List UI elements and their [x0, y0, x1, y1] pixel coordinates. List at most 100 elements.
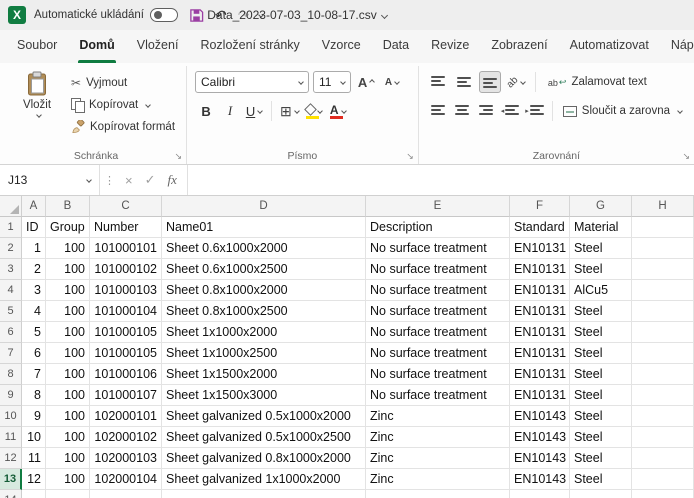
cell-H13[interactable] [632, 469, 694, 490]
excel-logo-icon[interactable]: X [8, 6, 26, 24]
column-header-D[interactable]: D [162, 196, 366, 217]
cell-G7[interactable]: Steel [570, 343, 632, 364]
cut-button[interactable]: ✂ Vyjmout [68, 72, 178, 93]
column-header-H[interactable]: H [632, 196, 694, 217]
cell-F14[interactable] [510, 490, 570, 498]
row-header-12[interactable]: 12 [0, 448, 22, 469]
cell-H14[interactable] [632, 490, 694, 498]
insert-function-icon[interactable]: fx [162, 165, 188, 195]
cell-H2[interactable] [632, 238, 694, 259]
tab-data[interactable]: Data [372, 30, 420, 63]
cell-C2[interactable]: 101000101 [90, 238, 162, 259]
cell-G2[interactable]: Steel [570, 238, 632, 259]
format-painter-button[interactable]: Kopírovat formát [68, 116, 178, 137]
cell-G1[interactable]: Material [570, 217, 632, 238]
decrease-indent-button[interactable]: ◂ [499, 100, 522, 122]
cell-A10[interactable]: 9 [22, 406, 46, 427]
tab-vlozeni[interactable]: Vložení [126, 30, 190, 63]
cell-C4[interactable]: 101000103 [90, 280, 162, 301]
cell-D2[interactable]: Sheet 0.6x1000x2000 [162, 238, 366, 259]
cell-B7[interactable]: 100 [46, 343, 90, 364]
cell-D5[interactable]: Sheet 0.8x1000x2500 [162, 301, 366, 322]
cell-G5[interactable]: Steel [570, 301, 632, 322]
row-header-9[interactable]: 9 [0, 385, 22, 406]
row-header-3[interactable]: 3 [0, 259, 22, 280]
cell-A12[interactable]: 11 [22, 448, 46, 469]
cell-H10[interactable] [632, 406, 694, 427]
cell-F4[interactable]: EN10131 [510, 280, 570, 301]
cell-A8[interactable]: 7 [22, 364, 46, 385]
cell-C10[interactable]: 102000101 [90, 406, 162, 427]
cell-D12[interactable]: Sheet galvanized 0.8x1000x2000 [162, 448, 366, 469]
save-icon[interactable] [189, 8, 204, 23]
align-right-button[interactable] [475, 100, 497, 122]
cell-B1[interactable]: Group [46, 217, 90, 238]
cell-B4[interactable]: 100 [46, 280, 90, 301]
cell-C5[interactable]: 101000104 [90, 301, 162, 322]
cell-B11[interactable]: 100 [46, 427, 90, 448]
cell-A4[interactable]: 3 [22, 280, 46, 301]
cell-H1[interactable] [632, 217, 694, 238]
row-header-6[interactable]: 6 [0, 322, 22, 343]
cell-E7[interactable]: No surface treatment [366, 343, 510, 364]
cell-B6[interactable]: 100 [46, 322, 90, 343]
tab-vzorce[interactable]: Vzorce [311, 30, 372, 63]
italic-button[interactable]: I [219, 100, 241, 122]
row-header-4[interactable]: 4 [0, 280, 22, 301]
cell-D3[interactable]: Sheet 0.6x1000x2500 [162, 259, 366, 280]
autosave-toggle[interactable] [150, 8, 178, 22]
cell-E13[interactable]: Zinc [366, 469, 510, 490]
cell-B3[interactable]: 100 [46, 259, 90, 280]
cell-F12[interactable]: EN10143 [510, 448, 570, 469]
cell-G4[interactable]: AlCu5 [570, 280, 632, 301]
cell-F7[interactable]: EN10131 [510, 343, 570, 364]
cell-B8[interactable]: 100 [46, 364, 90, 385]
align-middle-button[interactable] [453, 71, 475, 93]
cell-B9[interactable]: 100 [46, 385, 90, 406]
cell-C3[interactable]: 101000102 [90, 259, 162, 280]
cell-F11[interactable]: EN10143 [510, 427, 570, 448]
paste-button[interactable]: Vložit [14, 68, 60, 137]
cell-H12[interactable] [632, 448, 694, 469]
row-header-13[interactable]: 13 [0, 469, 22, 490]
cell-D1[interactable]: Name01 [162, 217, 366, 238]
quick-access-caret-icon[interactable] [259, 12, 265, 18]
font-color-button[interactable]: A [327, 100, 349, 122]
cell-B10[interactable]: 100 [46, 406, 90, 427]
borders-button[interactable]: ⊞ [278, 100, 301, 122]
merge-center-button[interactable]: Sloučit a zarovna [559, 100, 686, 122]
font-size-combo[interactable]: 11 [313, 71, 351, 93]
cell-C9[interactable]: 101000107 [90, 385, 162, 406]
cell-C14[interactable] [90, 490, 162, 498]
cell-A7[interactable]: 6 [22, 343, 46, 364]
undo-icon[interactable]: ↶ [215, 7, 227, 24]
cell-G13[interactable]: Steel [570, 469, 632, 490]
align-bottom-button[interactable] [479, 71, 501, 93]
wrap-text-button[interactable]: ab↩ Zalamovat text [544, 71, 651, 93]
cell-C7[interactable]: 101000105 [90, 343, 162, 364]
cell-C8[interactable]: 101000106 [90, 364, 162, 385]
cell-E10[interactable]: Zinc [366, 406, 510, 427]
fill-color-button[interactable] [303, 100, 325, 122]
row-header-14[interactable]: 14 [0, 490, 22, 498]
cell-E3[interactable]: No surface treatment [366, 259, 510, 280]
orientation-button[interactable]: ab [505, 71, 527, 93]
enter-icon[interactable]: ✓ [139, 165, 162, 195]
cell-B14[interactable] [46, 490, 90, 498]
cell-D7[interactable]: Sheet 1x1000x2500 [162, 343, 366, 364]
tab-soubor[interactable]: Soubor [6, 30, 68, 63]
cell-H6[interactable] [632, 322, 694, 343]
column-header-F[interactable]: F [510, 196, 570, 217]
row-header-2[interactable]: 2 [0, 238, 22, 259]
row-header-11[interactable]: 11 [0, 427, 22, 448]
tab-automatizovat[interactable]: Automatizovat [559, 30, 660, 63]
cell-G8[interactable]: Steel [570, 364, 632, 385]
cell-C6[interactable]: 101000105 [90, 322, 162, 343]
align-left-button[interactable] [427, 100, 449, 122]
cell-D4[interactable]: Sheet 0.8x1000x2000 [162, 280, 366, 301]
cell-C1[interactable]: Number [90, 217, 162, 238]
row-header-8[interactable]: 8 [0, 364, 22, 385]
clipboard-dialog-launcher-icon[interactable]: ↘ [174, 152, 182, 161]
alignment-dialog-launcher-icon[interactable]: ↘ [682, 152, 690, 161]
cell-E11[interactable]: Zinc [366, 427, 510, 448]
